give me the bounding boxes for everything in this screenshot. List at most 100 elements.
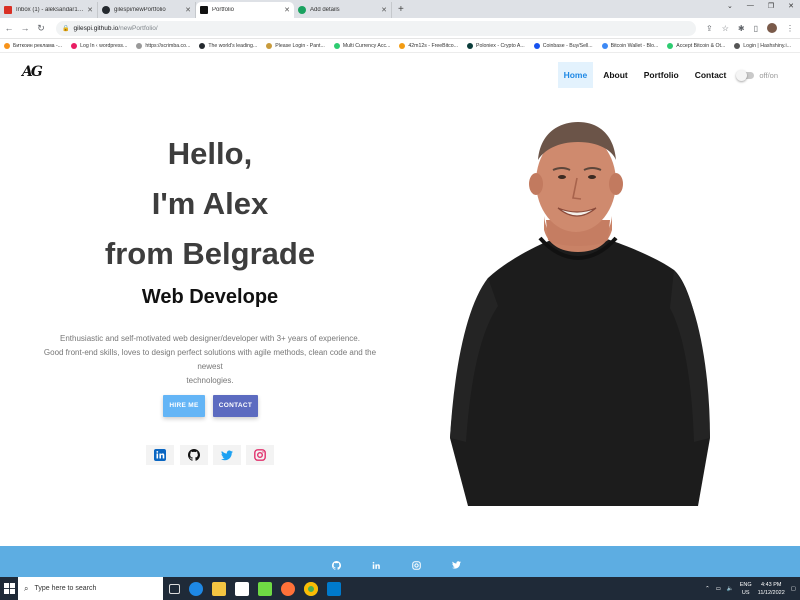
close-tab-icon[interactable]: ✕ (284, 6, 290, 14)
footer-instagram-link[interactable] (411, 560, 421, 570)
twitter-icon (451, 561, 461, 569)
bookmark-favicon-icon (601, 42, 608, 49)
bookmark-label: Poloniex - Crypto A... (475, 42, 525, 49)
window-controls: ⌄ — ❐ ✕ (727, 2, 794, 10)
new-tab-button[interactable]: + (398, 2, 404, 18)
toggle-knob[interactable] (736, 69, 748, 81)
close-window-icon[interactable]: ✕ (788, 2, 794, 10)
close-tab-icon[interactable]: ✕ (87, 6, 93, 14)
theme-toggle[interactable]: off/on (736, 69, 778, 81)
twitter-link[interactable] (213, 445, 241, 465)
bookmark-favicon-icon (266, 42, 273, 49)
bookmark-item[interactable]: Login | Hashshiny.i... (734, 42, 791, 49)
forward-icon[interactable]: → (18, 23, 32, 33)
instagram-link[interactable] (246, 445, 274, 465)
toggle-track[interactable] (736, 69, 755, 81)
menu-icon[interactable]: ⋮ (786, 24, 794, 33)
bookmark-item[interactable]: 42m12s - FreeBitco... (399, 42, 458, 49)
clock-date: 11/12/2022 (757, 589, 785, 596)
network-icon[interactable]: ▭ (716, 586, 721, 592)
hero-role: Web Develope (141, 286, 279, 308)
notifications-icon[interactable]: ▢ (791, 586, 796, 592)
footer-linkedin-link[interactable] (371, 560, 381, 570)
browser-tab-portfolio[interactable]: Portfolio ✕ (196, 2, 294, 18)
bookmark-item[interactable]: Log In ‹ wordpress... (71, 42, 128, 49)
github-link[interactable] (180, 445, 208, 465)
nav-home[interactable]: Home (557, 62, 594, 88)
volume-icon[interactable]: 🔈 (727, 586, 734, 592)
bookmark-item[interactable]: Please Login - Pant... (266, 42, 325, 49)
instagram-icon (411, 560, 421, 570)
bookmark-item[interactable]: Биткоин реклама -... (4, 42, 62, 49)
bookmark-item[interactable]: Bitcoin Wallet - Blo... (601, 42, 658, 49)
system-tray: ⌃ ▭ 🔈 ENG US 4:43 PM 11/12/2022 ▢ (705, 577, 796, 600)
language-indicator[interactable]: ENG US (740, 581, 752, 597)
bookmark-label: The world's leading... (208, 42, 258, 49)
toggle-label: off/on (759, 70, 778, 80)
linkedin-icon (154, 449, 166, 461)
bookmark-item[interactable]: The world's leading... (199, 42, 258, 49)
footer-twitter-link[interactable] (451, 560, 461, 570)
nav-portfolio[interactable]: Portfolio (638, 62, 685, 88)
vscode-icon[interactable] (327, 581, 341, 596)
share-icon[interactable]: ⇪ (706, 24, 713, 33)
bookmark-favicon-icon (533, 42, 540, 49)
tab-title: Portfolio (212, 7, 235, 13)
portfolio-page: AG Home About Portfolio Contact off/on H… (0, 54, 800, 577)
taskbar-search[interactable]: ⌕ Type here to search (18, 577, 163, 600)
task-view-icon[interactable] (169, 583, 180, 594)
search-placeholder: Type here to search (34, 585, 97, 592)
close-tab-icon[interactable]: ✕ (185, 6, 191, 14)
hero-greeting: Hello, (167, 136, 253, 171)
edge-icon[interactable] (189, 581, 203, 596)
restore-icon[interactable]: ❐ (768, 2, 774, 10)
contact-button[interactable]: CONTACT (213, 395, 258, 417)
nav-about[interactable]: About (597, 62, 634, 88)
browser-tab-bar: Inbox (1) - aleksandar120771... ✕ gilesp… (0, 0, 800, 18)
browser-tab-add-details[interactable]: Add details ✕ (294, 2, 392, 18)
clock[interactable]: 4:43 PM 11/12/2022 (758, 581, 785, 597)
lock-icon[interactable]: 🔒 (62, 25, 69, 32)
site-logo[interactable]: AG (22, 64, 43, 80)
twitter-icon (221, 450, 233, 460)
bookmark-label: Multi Currency Acc... (342, 42, 391, 49)
reload-icon[interactable]: ↻ (34, 23, 48, 34)
description-line: Good front-end skills, loves to design p… (43, 348, 377, 371)
hire-me-button[interactable]: HIRE ME (163, 395, 205, 417)
browser-tab-github[interactable]: gilespi/newPortfolio ✕ (98, 2, 196, 18)
mail-icon[interactable] (235, 581, 249, 596)
hero-description: Enthusiastic and self-motivated web desi… (40, 332, 380, 388)
extensions-icon[interactable]: ✱ (738, 24, 745, 33)
footer-github-link[interactable] (331, 560, 341, 570)
profile-avatar[interactable] (766, 23, 777, 33)
gmail-icon (4, 6, 12, 14)
windows-taskbar: ⌕ Type here to search ⌃ ▭ 🔈 ENG US 4:43 … (0, 577, 800, 600)
bookmark-item[interactable]: Multi Currency Acc... (333, 42, 391, 49)
minimize-icon[interactable]: — (747, 2, 754, 10)
bookmark-favicon-icon (466, 42, 473, 49)
tab-search-icon[interactable]: ⌄ (727, 2, 733, 10)
linkedin-link[interactable] (146, 445, 174, 465)
bookmark-label: Log In ‹ wordpress... (80, 42, 128, 49)
file-explorer-icon[interactable] (212, 581, 226, 596)
bookmark-item[interactable]: https://scrimba.co... (136, 42, 190, 49)
firefox-icon[interactable] (281, 581, 295, 596)
bookmark-item[interactable]: Coinbase - Buy/Sell... (533, 42, 593, 49)
upwork-icon[interactable] (258, 581, 272, 596)
close-tab-icon[interactable]: ✕ (381, 6, 387, 14)
back-icon[interactable]: ← (2, 23, 16, 33)
bookmark-item[interactable]: Accept Bitcoin & Ot... (667, 42, 725, 49)
star-icon[interactable]: ☆ (722, 24, 729, 33)
url-path: /newPortfolio/ (118, 24, 158, 32)
bookmark-favicon-icon (71, 42, 78, 49)
windows-logo-icon (3, 583, 15, 594)
description-line: Enthusiastic and self-motivated web desi… (60, 334, 360, 343)
url-bar[interactable]: 🔒 gilespi.github.io /newPortfolio/ (56, 20, 696, 36)
nav-contact[interactable]: Contact (689, 62, 733, 88)
start-button[interactable] (0, 577, 18, 600)
bookmark-item[interactable]: Poloniex - Crypto A... (466, 42, 525, 49)
chrome-icon[interactable] (304, 581, 318, 596)
chevron-up-icon[interactable]: ⌃ (705, 586, 710, 592)
sidebar-icon[interactable]: ▯ (754, 24, 758, 33)
browser-tab-gmail[interactable]: Inbox (1) - aleksandar120771... ✕ (0, 2, 98, 18)
